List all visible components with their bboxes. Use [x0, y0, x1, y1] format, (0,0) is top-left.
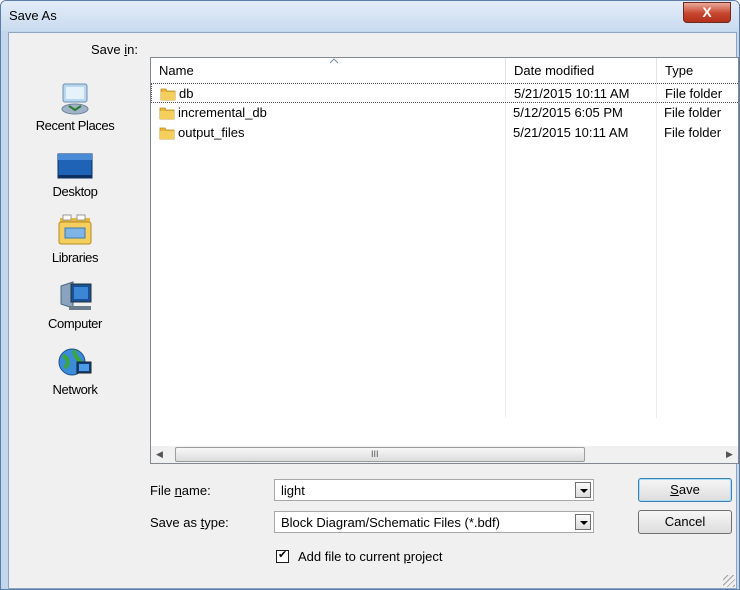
places-bar: Recent Places Desktop Libraries Computer…	[10, 58, 140, 463]
file-name-input[interactable]: light	[274, 479, 594, 501]
libraries-icon	[58, 214, 92, 245]
place-label: Computer	[48, 316, 102, 331]
folder-icon	[160, 88, 176, 101]
file-date: 5/21/2015 10:11 AM	[514, 86, 630, 101]
network-icon	[58, 348, 92, 376]
close-button[interactable]: X	[683, 2, 731, 23]
save-as-type-value: Block Diagram/Schematic Files (*.bdf)	[281, 515, 500, 530]
add-to-project-checkbox[interactable]	[276, 548, 289, 563]
file-date: 5/21/2015 10:11 AM	[513, 125, 629, 140]
scroll-grip: III	[371, 449, 379, 459]
file-name: db	[179, 86, 194, 101]
file-type: File folder	[664, 105, 722, 120]
column-label: Type	[665, 63, 694, 78]
title-bar[interactable]: Save As X	[1, 1, 739, 31]
cancel-button[interactable]: Cancel	[638, 510, 732, 534]
computer-icon	[60, 281, 92, 310]
chevron-down-icon[interactable]	[575, 514, 591, 530]
scroll-right-icon[interactable]: ▶	[721, 446, 738, 463]
column-label: Name	[159, 63, 194, 78]
add-to-project-label[interactable]: Add file to current project	[298, 549, 443, 564]
save-button[interactable]: Save	[638, 478, 732, 502]
place-computer[interactable]: Computer	[10, 276, 140, 340]
dialog-body: Save in: introtutorial Recent Places Des…	[8, 32, 739, 589]
place-network[interactable]: Network	[10, 342, 140, 406]
folder-icon	[159, 107, 175, 120]
desktop-icon	[57, 153, 93, 179]
file-name: output_files	[178, 125, 245, 140]
file-name: incremental_db	[178, 105, 267, 120]
dialog-title: Save As	[9, 8, 57, 23]
column-header-date[interactable]: Date modified	[506, 58, 656, 82]
save-in-label: Save in:	[91, 42, 138, 57]
file-type: File folder	[665, 86, 723, 101]
scroll-left-icon[interactable]: ◀	[151, 446, 168, 463]
table-row[interactable]: output_files 5/21/2015 10:11 AM File fol…	[151, 123, 738, 143]
file-type: File folder	[664, 125, 722, 140]
place-label: Recent Places	[35, 118, 115, 133]
table-row[interactable]: db 5/21/2015 10:11 AM File folder	[151, 83, 738, 103]
place-recent-places[interactable]: Recent Places	[10, 78, 140, 142]
file-date: 5/12/2015 6:05 PM	[513, 105, 623, 120]
file-list[interactable]: Name Date modified Type db 5/21/2015 10:…	[150, 57, 739, 464]
sort-ascending-icon	[330, 58, 338, 64]
place-label: Desktop	[52, 184, 98, 199]
table-row[interactable]: incremental_db 5/12/2015 6:05 PM File fo…	[151, 103, 738, 123]
place-label: Network	[52, 382, 98, 397]
scroll-thumb[interactable]: III	[175, 447, 585, 462]
file-name-value: light	[281, 483, 305, 498]
save-as-dialog: Save As X Save in: introtutorial Recent …	[0, 0, 740, 590]
horizontal-scrollbar[interactable]: ◀ III ▶	[151, 446, 738, 463]
save-as-type-label: Save as type:	[150, 515, 229, 530]
recent-places-icon	[61, 83, 89, 115]
column-header-name[interactable]: Name	[151, 58, 505, 82]
folder-icon	[159, 127, 175, 140]
chevron-down-icon[interactable]	[575, 482, 591, 498]
resize-grip[interactable]	[723, 575, 735, 587]
column-header-type[interactable]: Type	[657, 58, 738, 82]
save-as-type-dropdown[interactable]: Block Diagram/Schematic Files (*.bdf)	[274, 511, 594, 533]
place-label: Libraries	[51, 250, 99, 265]
file-name-label: File name:	[150, 483, 211, 498]
place-desktop[interactable]: Desktop	[10, 144, 140, 208]
place-libraries[interactable]: Libraries	[10, 210, 140, 274]
column-label: Date modified	[514, 63, 595, 78]
